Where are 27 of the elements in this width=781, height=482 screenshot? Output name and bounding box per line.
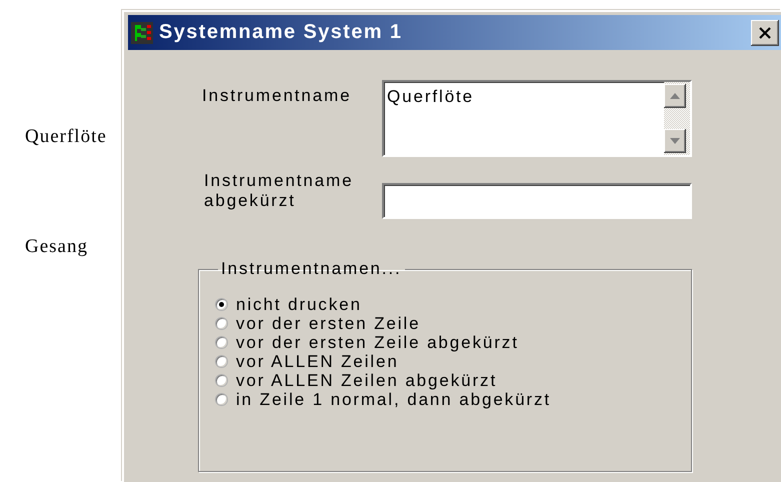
radio-button[interactable] — [215, 355, 228, 368]
option-label[interactable]: vor ALLEN Zeilen — [236, 352, 399, 372]
scroll-down-button[interactable] — [664, 129, 686, 153]
app-icon — [131, 22, 153, 44]
radio-button[interactable] — [215, 298, 228, 311]
staff-label: Gesang — [25, 237, 89, 257]
group-title: Instrumentnamen... — [220, 259, 403, 279]
close-button[interactable] — [751, 20, 779, 46]
staff-label: Querflöte — [25, 127, 108, 147]
radio-button[interactable] — [215, 317, 228, 330]
field-label: Instrumentname — [202, 85, 352, 106]
radio-button[interactable] — [215, 336, 228, 349]
radio-button[interactable] — [215, 374, 228, 387]
radio-button[interactable] — [215, 393, 228, 406]
down-arrow-icon — [670, 138, 680, 144]
option-label[interactable]: vor der ersten Zeile — [236, 314, 420, 334]
input-field[interactable]: Querflöte — [382, 80, 692, 157]
option-label[interactable]: in Zeile 1 normal, dann abgekürzt — [236, 390, 552, 410]
field-label: Instrumentname abgekürzt — [203, 171, 354, 211]
up-arrow-icon — [670, 93, 680, 99]
close-icon — [758, 26, 772, 38]
option-label[interactable]: nicht drucken — [236, 294, 362, 314]
window-title: Systemname System 1 — [159, 21, 404, 44]
option-label[interactable]: vor der ersten Zeile abgekürzt — [236, 332, 519, 352]
input-field[interactable] — [382, 183, 692, 219]
option-label[interactable]: vor ALLEN Zeilen abgekürzt — [236, 370, 498, 390]
scroll-up-button[interactable] — [664, 84, 686, 108]
